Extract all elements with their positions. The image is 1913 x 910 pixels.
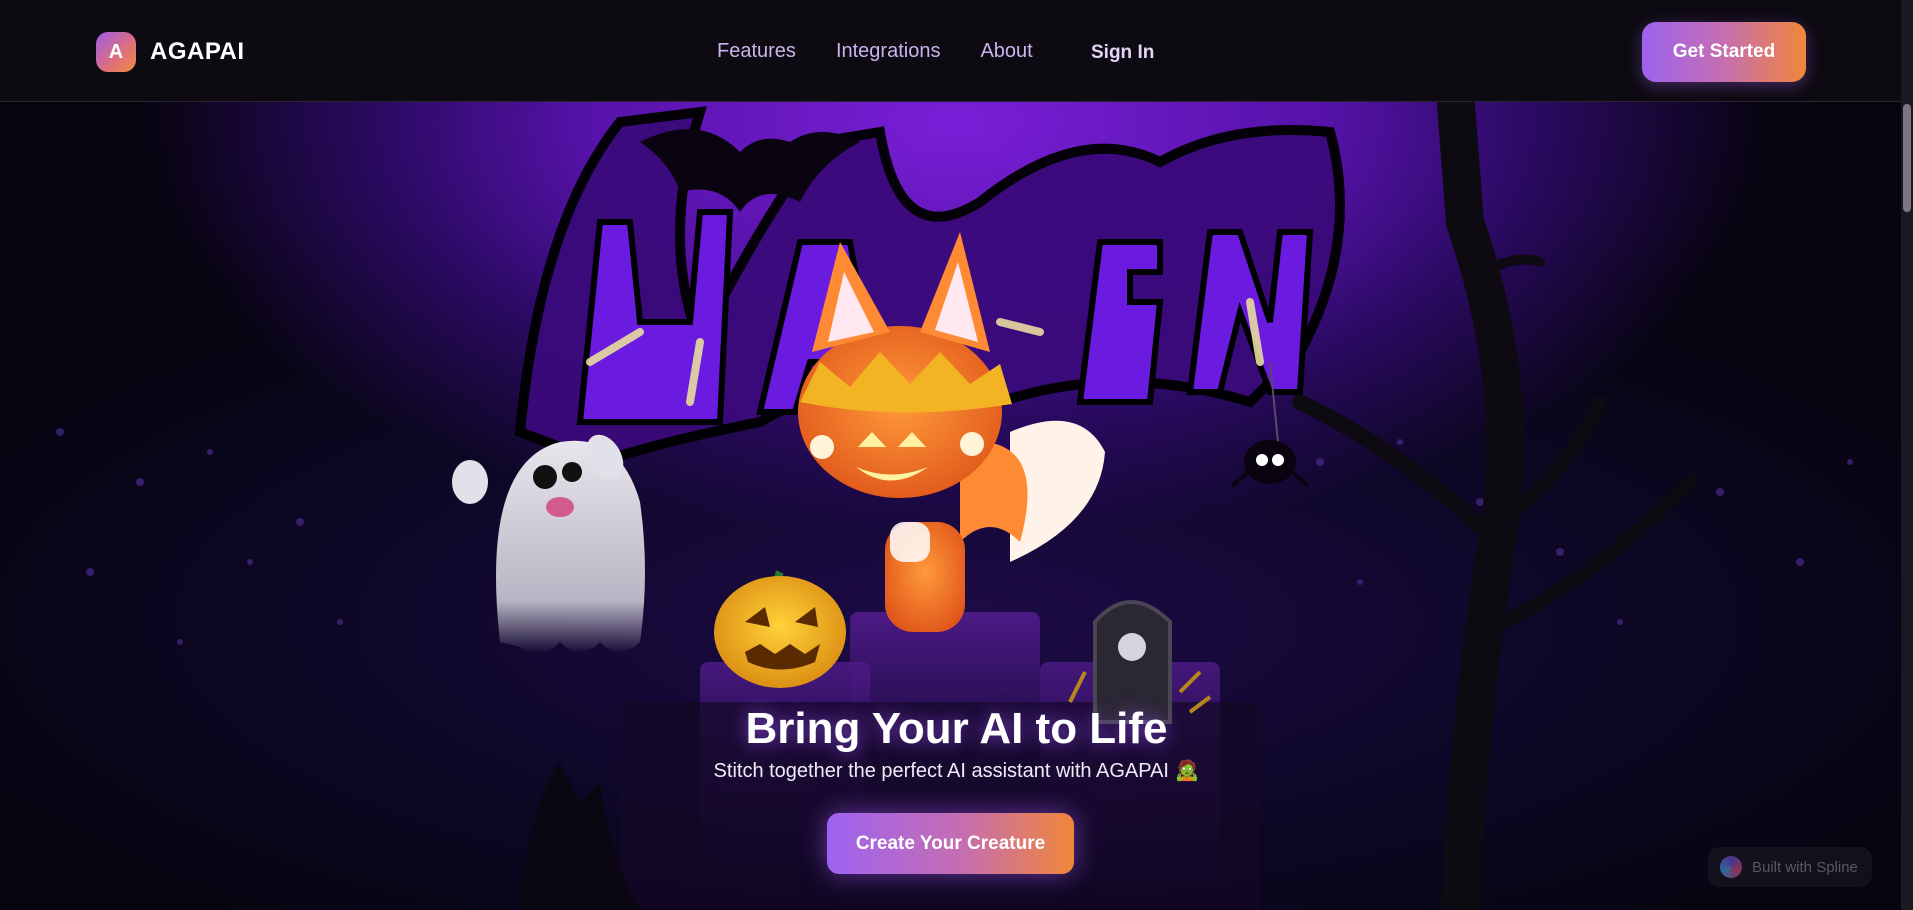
nav-links: Features Integrations About xyxy=(717,40,1033,63)
spline-badge-label: Built with Spline xyxy=(1752,858,1858,876)
nav-link-integrations[interactable]: Integrations xyxy=(836,40,941,63)
brand[interactable]: A AGAPAI xyxy=(96,32,245,72)
pumpkin-icon xyxy=(714,570,846,688)
nav-link-features[interactable]: Features xyxy=(717,40,796,63)
nav-link-about[interactable]: About xyxy=(980,40,1032,63)
sign-in-link[interactable]: Sign In xyxy=(1091,42,1154,64)
brand-name[interactable]: AGAPAI xyxy=(150,38,245,66)
tree-icon xyxy=(1292,102,1697,910)
get-started-button[interactable]: Get Started xyxy=(1642,22,1806,82)
halloween-scene-art xyxy=(56,102,1853,910)
hero-3d-scene[interactable]: Bring Your AI to Life Stitch together th… xyxy=(0,102,1913,910)
navbar: A AGAPAI Features Integrations About Sig… xyxy=(0,0,1913,102)
spline-logo-icon xyxy=(1720,856,1742,878)
ghost-icon xyxy=(452,434,645,654)
spline-badge[interactable]: Built with Spline xyxy=(1708,847,1872,887)
brand-logo-icon[interactable]: A xyxy=(96,32,136,72)
scrollbar[interactable] xyxy=(1901,0,1913,910)
create-creature-button[interactable]: Create Your Creature xyxy=(827,813,1074,874)
scrollbar-thumb[interactable] xyxy=(1903,104,1911,212)
